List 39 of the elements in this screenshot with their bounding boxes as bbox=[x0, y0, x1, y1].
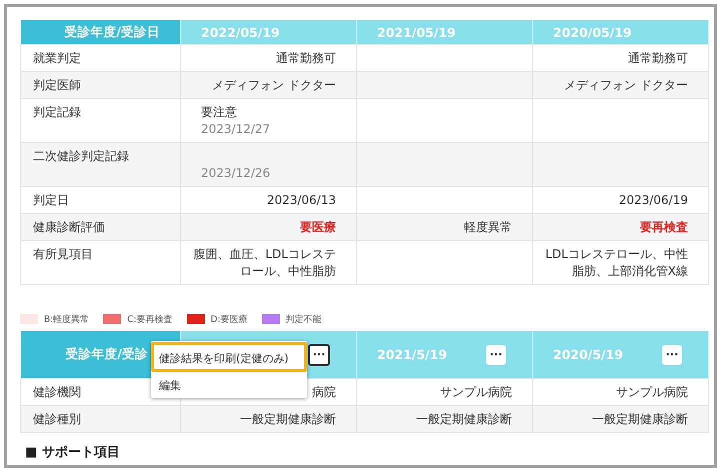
table-cell: メディフォン ドクター bbox=[180, 72, 356, 98]
table-cell: 健診種別 bbox=[20, 406, 180, 432]
column-heading: 2021/05/19 bbox=[377, 24, 456, 40]
menu-item[interactable]: 健診結果を印刷(定健のみ) bbox=[151, 342, 307, 372]
column-heading: 受診年度/受診 bbox=[65, 346, 148, 363]
table-cell: 健康診断評価 bbox=[20, 214, 180, 240]
table-cell: 要医療 bbox=[180, 214, 356, 240]
table-cell-text: 要注意 bbox=[201, 104, 238, 121]
legend-label: C:要再検査 bbox=[127, 314, 173, 326]
legend-label: D:要医療 bbox=[210, 314, 248, 326]
date-note: 2023/12/26 bbox=[201, 165, 272, 182]
table-cell: 一般定期健康診断 bbox=[532, 406, 708, 432]
legend-label: 判定不能 bbox=[286, 314, 322, 326]
table-cell: 一般定期健康診断 bbox=[356, 406, 532, 432]
table-cell: 要再検査 bbox=[532, 214, 708, 240]
more-button[interactable]: ··· bbox=[308, 344, 330, 366]
table-cell: 腹囲、血圧、LDLコレステロール、中性脂肪 bbox=[180, 240, 356, 284]
column-heading: 2022/05/19 bbox=[201, 24, 280, 40]
table-cell: 軽度異常 bbox=[356, 214, 532, 240]
table-cell: 判定医師 bbox=[20, 72, 180, 98]
more-button[interactable]: ··· bbox=[662, 344, 682, 364]
column-heading: 2020/5/19 bbox=[553, 347, 624, 362]
table-cell: 二次健診判定記録 bbox=[20, 142, 180, 186]
legend-label: B:軽度異常 bbox=[44, 314, 90, 326]
column-heading: 2021/5/19 bbox=[377, 347, 448, 362]
section-heading: ■ サポート項目 bbox=[24, 444, 121, 461]
table-cell: 有所見項目 bbox=[20, 240, 180, 284]
table-cell: 一般定期健康診断 bbox=[180, 406, 356, 432]
table-cell: 就業判定 bbox=[20, 44, 180, 72]
table-cell: サンプル病院 bbox=[532, 378, 708, 406]
table-cell: サンプル病院 bbox=[356, 378, 532, 406]
table-cell: メディフォン ドクター bbox=[532, 72, 708, 98]
table-cell: LDLコレステロール、中性脂肪、上部消化管X線 bbox=[532, 240, 708, 284]
table-cell: 通常勤務可 bbox=[532, 44, 708, 72]
column-heading: 受診年度/受診日 bbox=[64, 24, 160, 40]
column-heading: 2020/05/19 bbox=[553, 24, 632, 40]
date-note: 2023/12/27 bbox=[201, 121, 272, 138]
table-cell: 通常勤務可 bbox=[180, 44, 356, 72]
more-button[interactable]: ··· bbox=[486, 344, 506, 364]
